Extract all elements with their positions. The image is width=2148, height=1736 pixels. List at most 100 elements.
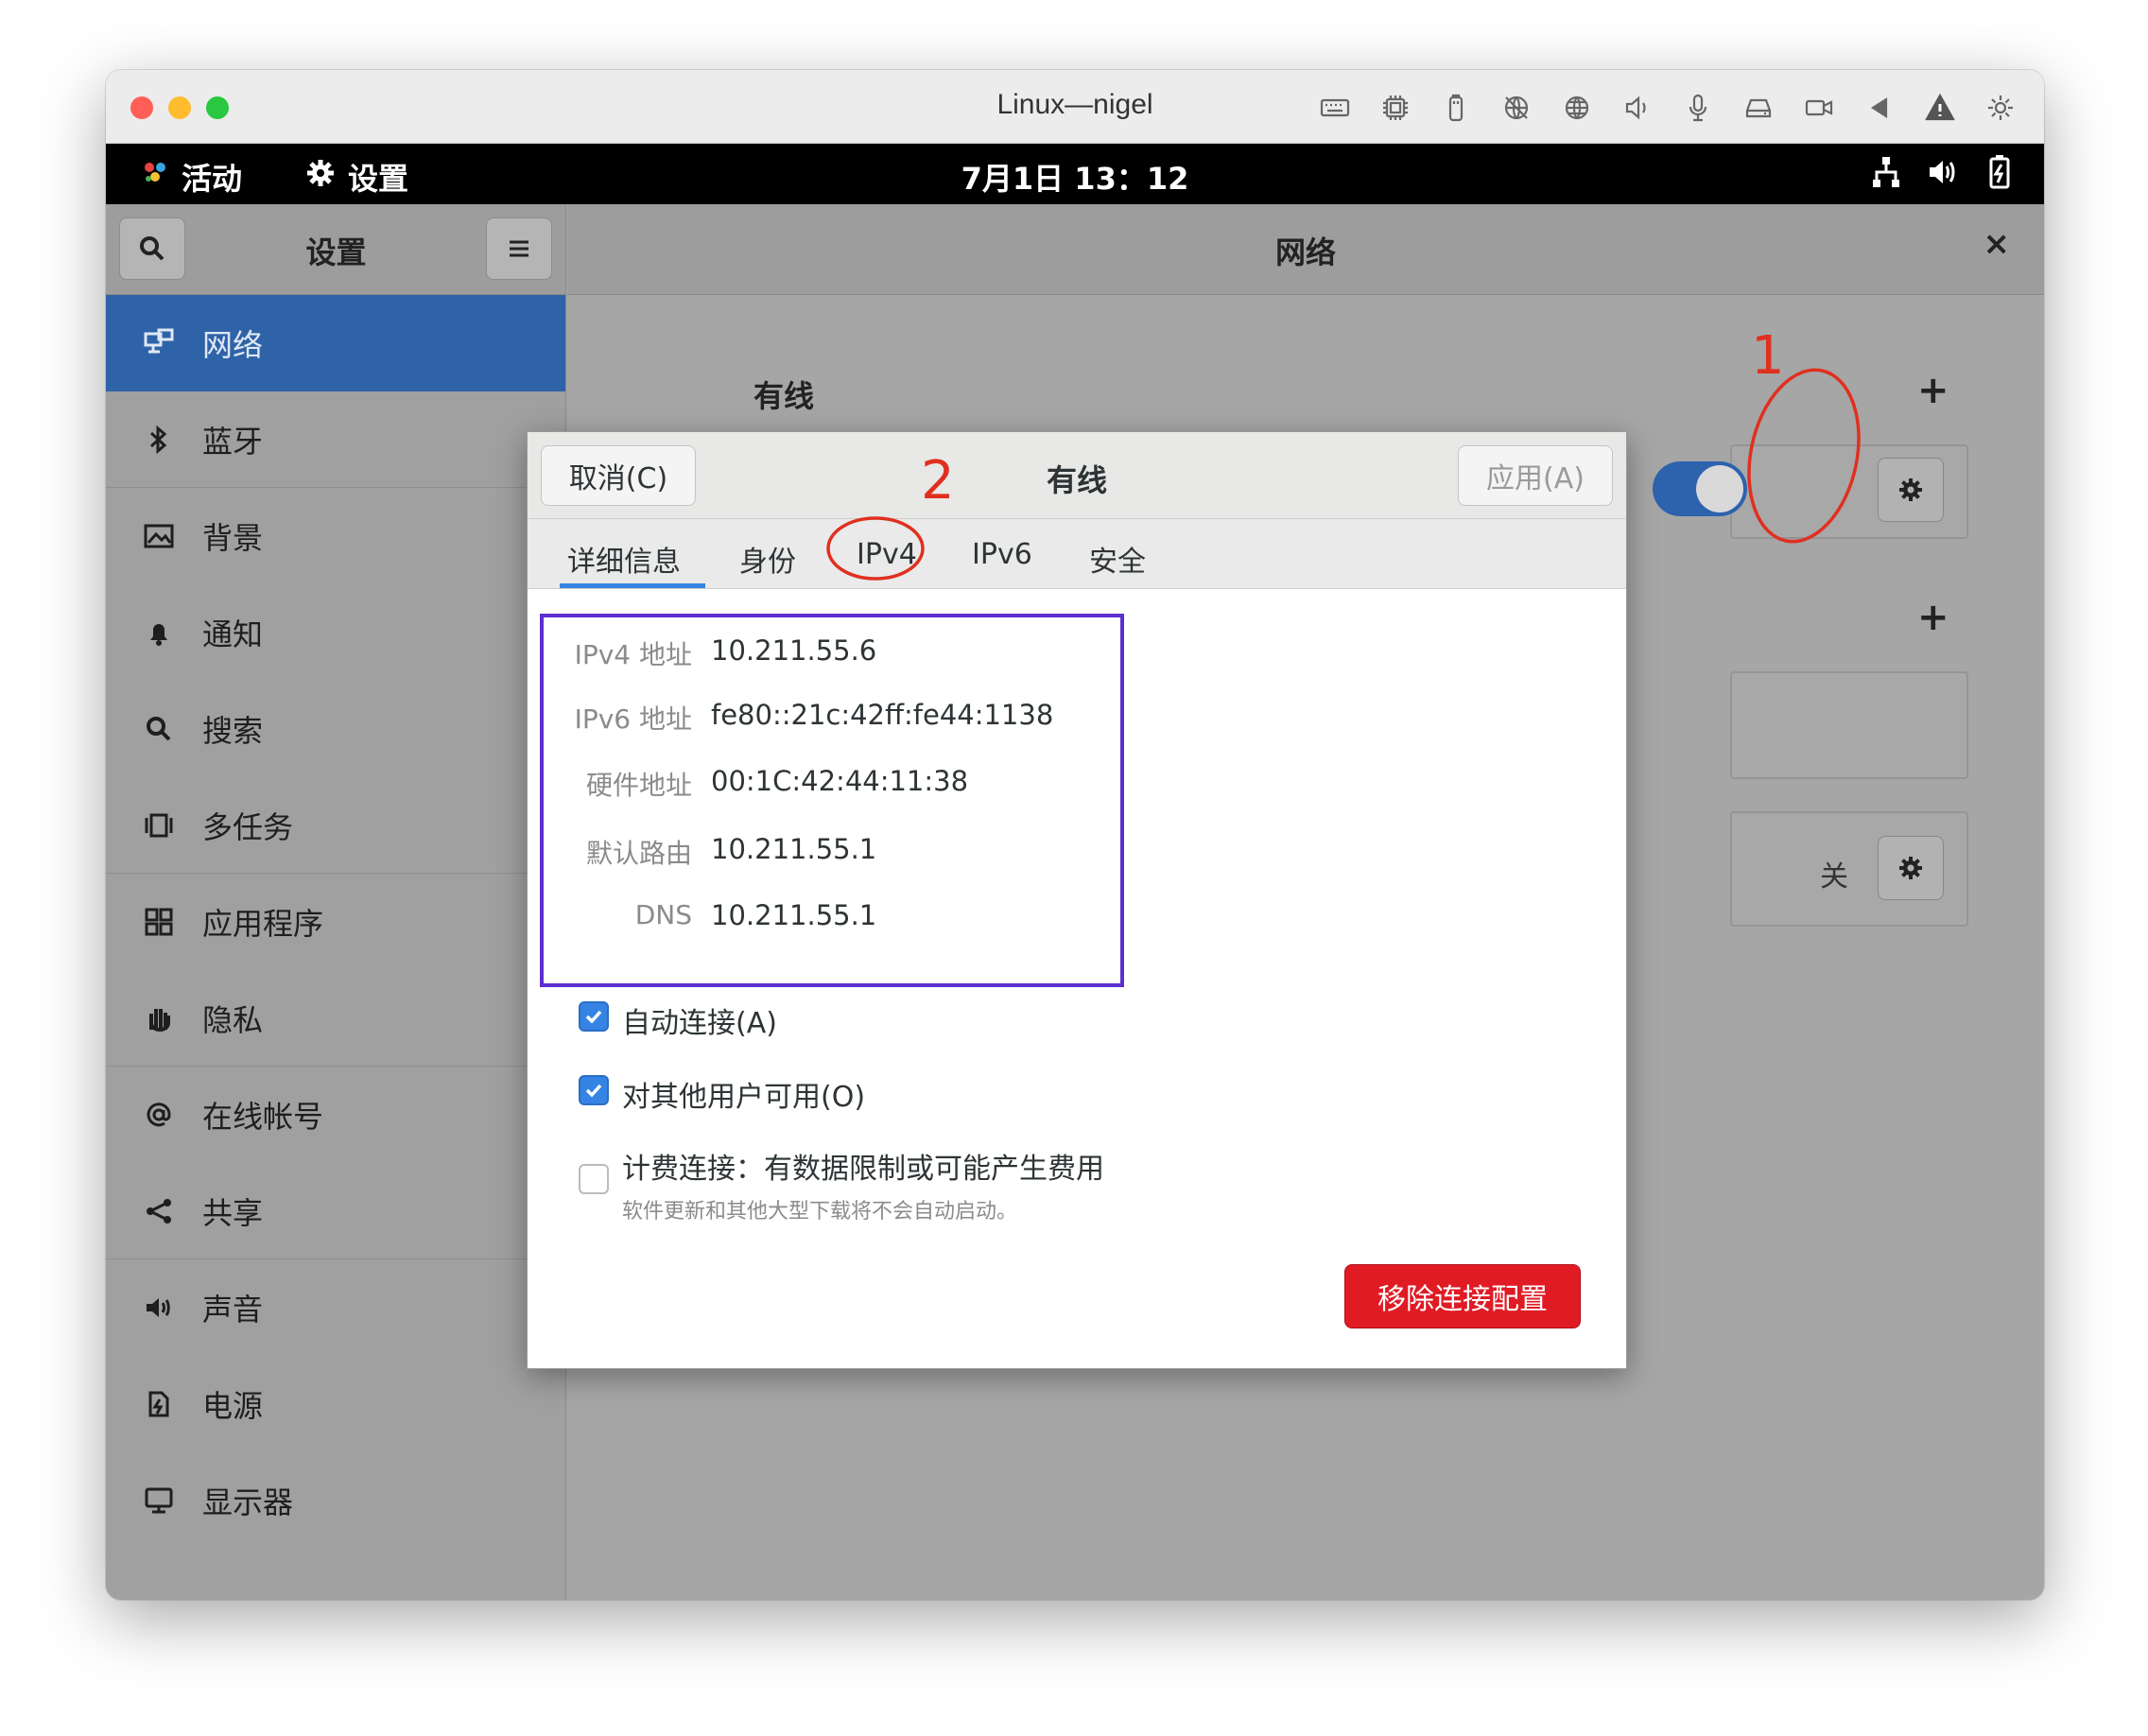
camera-icon[interactable] bbox=[1789, 87, 1849, 129]
sidebar-item-applications[interactable]: 应用程序 › bbox=[106, 874, 566, 970]
sidebar-item-online-accounts[interactable]: 在线帐号 bbox=[106, 1067, 566, 1163]
sidebar-item-displays[interactable]: 显示器 bbox=[106, 1452, 566, 1549]
host-titlebar: Linux—nigel bbox=[106, 70, 2044, 144]
close-settings-button[interactable]: × bbox=[1983, 225, 2011, 263]
hand-icon bbox=[130, 1002, 187, 1034]
sidebar-item-notifications[interactable]: 通知 bbox=[106, 584, 566, 681]
checkmark-icon bbox=[583, 1006, 604, 1027]
dialog-header: 取消(C) 有线 应用(A) bbox=[528, 432, 1626, 519]
keyboard-icon[interactable] bbox=[1305, 87, 1365, 129]
wired-connection-dialog: 取消(C) 有线 应用(A) 详细信息 身份 IPv4 IPv6 安全 IPv4… bbox=[527, 431, 1627, 1369]
add-wired-connection-button[interactable]: + bbox=[1917, 369, 1949, 412]
sidebar-item-label: 共享 bbox=[202, 1189, 263, 1233]
back-arrow-icon[interactable] bbox=[1849, 87, 1910, 129]
gear-icon bbox=[1895, 852, 1927, 884]
sidebar-item-label: 通知 bbox=[202, 611, 263, 654]
gnome-top-bar: 活动 设置 7月1日 13：12 bbox=[106, 144, 2044, 204]
apps-grid-icon bbox=[130, 906, 187, 938]
main-header: 网络 × bbox=[567, 204, 2044, 295]
sidebar-item-search[interactable]: 搜索 bbox=[106, 681, 566, 777]
clock[interactable]: 7月1日 13：12 bbox=[106, 155, 2044, 199]
sidebar-item-label: 显示器 bbox=[202, 1479, 293, 1522]
detail-label: IPv6 地址 bbox=[565, 699, 692, 737]
checkmark-icon bbox=[583, 1080, 604, 1101]
speaker-icon[interactable] bbox=[1607, 87, 1668, 129]
dialog-tab-bar: 详细信息 身份 IPv4 IPv6 安全 bbox=[528, 519, 1626, 589]
tab-ipv4[interactable]: IPv4 bbox=[857, 538, 917, 571]
bluetooth-icon bbox=[130, 424, 187, 456]
sidebar-item-label: 声音 bbox=[202, 1286, 263, 1329]
sidebar-item-background[interactable]: 背景 bbox=[106, 488, 566, 584]
detail-value: 10.211.55.1 bbox=[711, 899, 876, 931]
sidebar-item-bluetooth[interactable]: 蓝牙 bbox=[106, 391, 566, 488]
wired-section-heading: 有线 bbox=[754, 373, 814, 416]
network-off-icon[interactable] bbox=[1486, 87, 1547, 129]
wired-network-icon bbox=[1870, 153, 1902, 191]
at-icon bbox=[130, 1099, 187, 1131]
sidebar-item-label: 多任务 bbox=[202, 804, 293, 847]
sidebar-item-label: 网络 bbox=[202, 321, 263, 365]
bell-icon bbox=[130, 616, 187, 649]
detail-value: 10.211.55.6 bbox=[711, 634, 876, 667]
sidebar-item-sharing[interactable]: 共享 bbox=[106, 1163, 566, 1259]
sidebar-item-multitasking[interactable]: 多任务 bbox=[106, 777, 566, 874]
wired-connection-toggle[interactable] bbox=[1653, 461, 1747, 516]
metered-connection-checkbox[interactable]: 计费连接：有数据限制或可能产生费用 软件更新和其他大型下载将不会自动启动。 bbox=[579, 1145, 1104, 1224]
cpu-icon[interactable] bbox=[1365, 87, 1426, 129]
sidebar-item-label: 背景 bbox=[202, 514, 263, 558]
annotation-marker-1: 1 bbox=[1751, 325, 1785, 387]
apply-button[interactable]: 应用(A) bbox=[1458, 445, 1613, 506]
power-icon bbox=[130, 1388, 187, 1420]
hamburger-menu-icon bbox=[505, 234, 533, 263]
display-icon bbox=[130, 1484, 187, 1517]
metered-label: 计费连接：有数据限制或可能产生费用 bbox=[622, 1145, 1104, 1187]
tab-security[interactable]: 安全 bbox=[1089, 538, 1146, 580]
checkbox-unchecked[interactable] bbox=[579, 1164, 609, 1194]
warning-icon[interactable] bbox=[1910, 87, 1970, 129]
sidebar-item-privacy[interactable]: 隐私 › bbox=[106, 970, 566, 1067]
metered-text-group: 计费连接：有数据限制或可能产生费用 软件更新和其他大型下载将不会自动启动。 bbox=[622, 1145, 1104, 1224]
gear-icon bbox=[1895, 474, 1927, 506]
sidebar-item-label: 搜索 bbox=[202, 707, 263, 751]
battery-icon bbox=[1983, 153, 2016, 191]
remove-connection-button[interactable]: 移除连接配置 bbox=[1344, 1264, 1581, 1328]
auto-connect-checkbox[interactable]: 自动连接(A) bbox=[579, 999, 777, 1041]
all-users-checkbox[interactable]: 对其他用户可用(O) bbox=[579, 1073, 865, 1115]
toggle-knob bbox=[1696, 465, 1743, 512]
vpn-empty-row bbox=[1730, 671, 1968, 779]
multitasking-icon bbox=[130, 809, 187, 842]
sidebar-item-label: 电源 bbox=[202, 1382, 263, 1426]
sidebar-item-power[interactable]: 电源 bbox=[106, 1356, 566, 1452]
host-toolbar bbox=[1305, 87, 2031, 129]
wired-settings-button[interactable] bbox=[1878, 458, 1944, 522]
sidebar-item-label: 在线帐号 bbox=[202, 1093, 323, 1137]
proxy-settings-button[interactable] bbox=[1878, 836, 1944, 900]
tab-ipv6[interactable]: IPv6 bbox=[972, 538, 1032, 571]
primary-menu-button[interactable] bbox=[486, 217, 552, 280]
proxy-status-label: 关 bbox=[1820, 853, 1848, 894]
sidebar-item-network[interactable]: 网络 bbox=[106, 295, 566, 391]
microphone-icon[interactable] bbox=[1668, 87, 1728, 129]
detail-label: 硬件地址 bbox=[565, 765, 692, 803]
search-icon bbox=[130, 713, 187, 745]
detail-label: 默认路由 bbox=[565, 833, 692, 871]
detail-value: fe80::21c:42ff:fe44:1138 bbox=[711, 699, 1053, 731]
globe-icon[interactable] bbox=[1547, 87, 1607, 129]
sidebar-item-sound[interactable]: 声音 bbox=[106, 1259, 566, 1356]
sidebar-header: 设置 bbox=[106, 204, 566, 295]
add-vpn-button[interactable]: + bbox=[1917, 596, 1949, 639]
sidebar-item-label: 蓝牙 bbox=[202, 418, 263, 461]
annotation-marker-2: 2 bbox=[921, 450, 955, 512]
checkbox-checked[interactable] bbox=[579, 1075, 609, 1105]
system-status-area[interactable] bbox=[1870, 153, 2016, 191]
settings-sidebar: 网络 蓝牙 背景 通知 搜索 多任务 bbox=[106, 295, 566, 1600]
disk-drive-icon[interactable] bbox=[1728, 87, 1789, 129]
gear-icon[interactable] bbox=[1970, 87, 2031, 129]
detail-label: IPv4 地址 bbox=[565, 634, 692, 672]
usb-drive-icon[interactable] bbox=[1426, 87, 1486, 129]
network-icon bbox=[130, 327, 187, 359]
tab-details[interactable]: 详细信息 bbox=[567, 538, 681, 580]
image-icon bbox=[130, 520, 187, 552]
checkbox-checked[interactable] bbox=[579, 1001, 609, 1032]
tab-identity[interactable]: 身份 bbox=[739, 538, 796, 580]
